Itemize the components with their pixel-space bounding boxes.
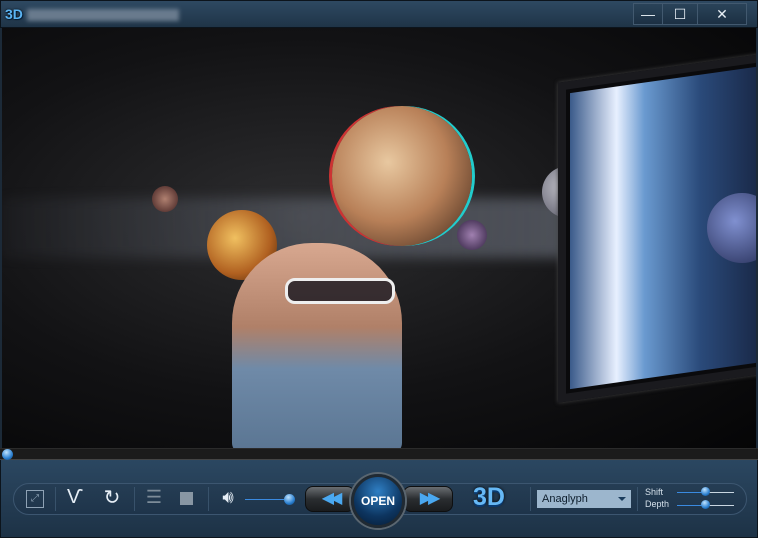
child-figure (232, 243, 402, 448)
divider (530, 487, 531, 511)
playlist-icon[interactable]: ☰ (145, 487, 163, 508)
rotate-icon[interactable]: ↻ (101, 485, 123, 510)
3d-logo: 3D (473, 483, 505, 511)
shift-handle[interactable] (701, 487, 710, 496)
shift-label: Shift (645, 487, 664, 497)
video-area[interactable] (2, 28, 756, 448)
title-bar: 3D — ☐ ✕ (0, 0, 758, 28)
depth-handle[interactable] (701, 500, 710, 509)
depth-label: Depth (645, 499, 670, 509)
stop-icon[interactable] (180, 492, 193, 505)
close-button[interactable]: ✕ (697, 3, 747, 25)
open-button[interactable]: OPEN (351, 474, 405, 528)
chevron-down-icon (618, 497, 626, 501)
planet-jupiter (332, 106, 472, 246)
maximize-button[interactable]: ☐ (662, 3, 698, 25)
volume-icon[interactable]: 🔊︎ (217, 487, 239, 508)
3d-glasses (285, 278, 395, 304)
fast-forward-button[interactable]: ▶▶ (403, 486, 453, 512)
minimize-button[interactable]: — (633, 3, 663, 25)
divider (134, 487, 135, 511)
seek-bar[interactable] (0, 448, 758, 460)
volume-fill (245, 499, 289, 500)
3d-mode-select[interactable]: Anaglyph (537, 490, 631, 508)
window-title-redacted (27, 9, 179, 21)
divider (637, 487, 638, 511)
fullscreen-icon[interactable]: ⤢ (26, 490, 44, 508)
volume-handle[interactable] (283, 494, 295, 505)
planet-small (152, 186, 178, 212)
divider (208, 487, 209, 511)
flip-icon[interactable]: Ѵ (64, 486, 86, 509)
divider (55, 487, 56, 511)
planet-violet (457, 220, 487, 250)
app-logo: 3D (5, 6, 23, 22)
seek-handle[interactable] (2, 449, 13, 460)
3d-mode-value: Anaglyph (542, 493, 588, 505)
rewind-button[interactable]: ◀◀ (305, 486, 355, 512)
